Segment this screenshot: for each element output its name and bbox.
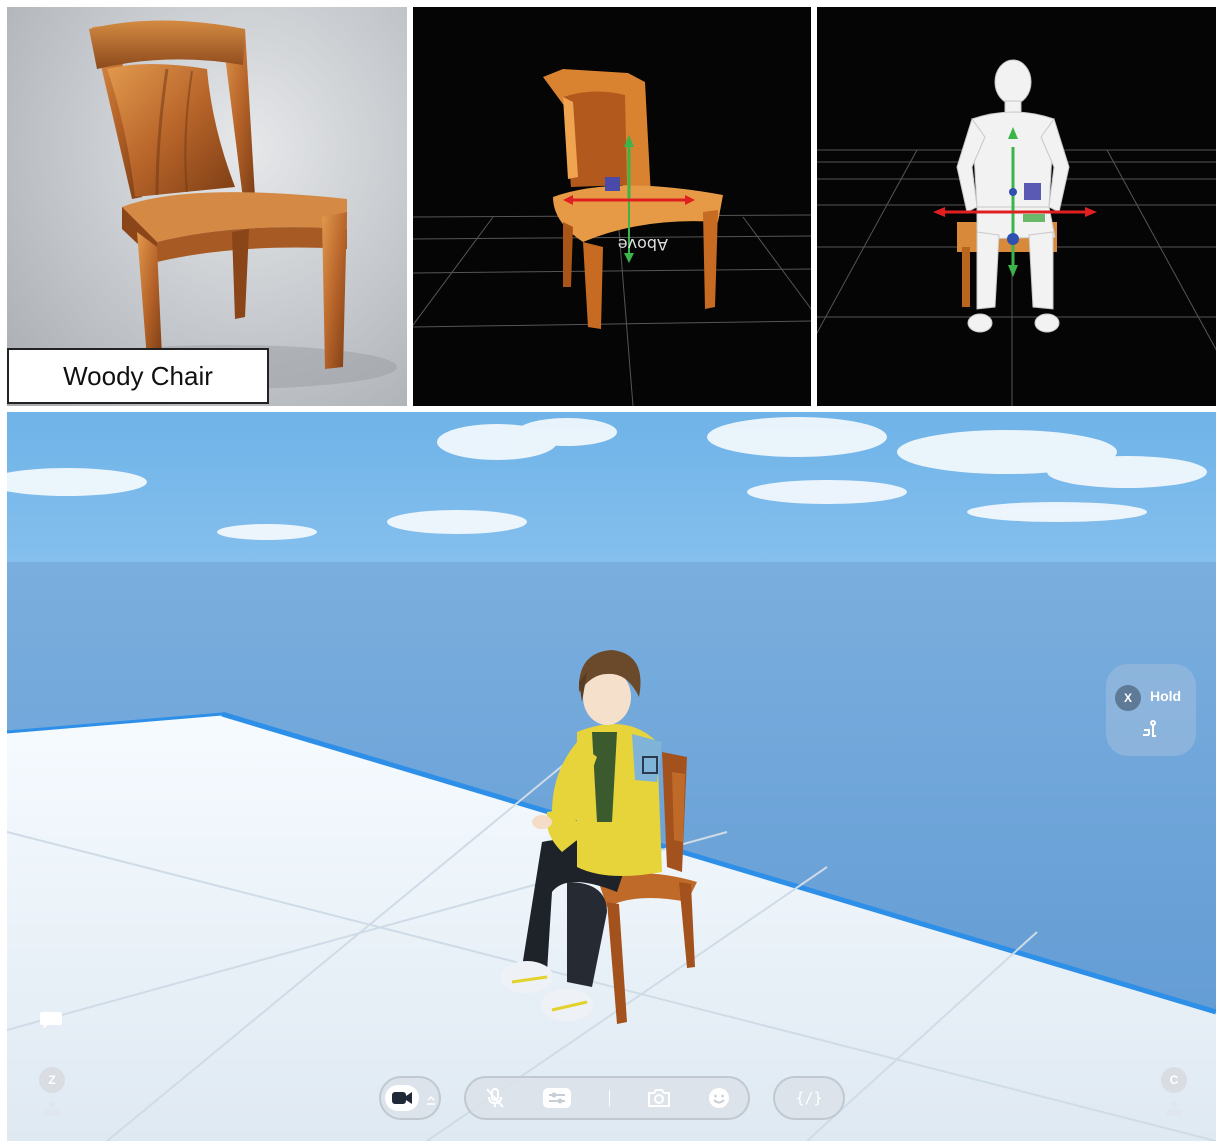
key-z: Z [39,1067,65,1093]
hold-key-x: X [1115,685,1141,711]
microphone-muted-icon[interactable] [485,1087,505,1109]
media-controls-group [464,1076,750,1120]
toolbar-divider [608,1090,610,1106]
chevron-up-icon[interactable] [426,1093,436,1105]
code-braces-icon: {/} [795,1089,823,1107]
chair-gizmo-viewport: Above [413,69,811,406]
scene-3d-render [7,417,1216,1141]
sitting-pose-editor-view [817,7,1216,406]
chair-photo-panel: Woody Chair [7,7,407,406]
code-editor-button[interactable]: {/} [773,1076,845,1120]
mannequin-gizmo-viewport [817,59,1216,406]
sit-pose-icon [1140,718,1160,738]
chat-bubble-icon[interactable] [39,1010,63,1030]
hold-label: Hold [1150,688,1182,704]
smile-icon[interactable] [708,1087,730,1109]
camera-icon[interactable] [647,1088,671,1108]
camera-toggle-group[interactable] [379,1076,441,1120]
hold-action-prompt[interactable]: X Hold [1106,664,1196,756]
chair-3d-editor-view: Above [413,7,811,406]
game-scene-view: X Hold Z C {/} [7,412,1216,1141]
key-c: C [1161,1067,1187,1093]
sliders-icon[interactable] [542,1087,572,1109]
chair-caption: Woody Chair [7,348,269,404]
switch-user-icon[interactable] [42,1100,62,1118]
video-camera-icon[interactable] [384,1085,419,1111]
svg-text:Above: Above [618,235,668,254]
stand-up-icon[interactable] [1164,1100,1184,1118]
wooden-chair-image [57,20,397,389]
